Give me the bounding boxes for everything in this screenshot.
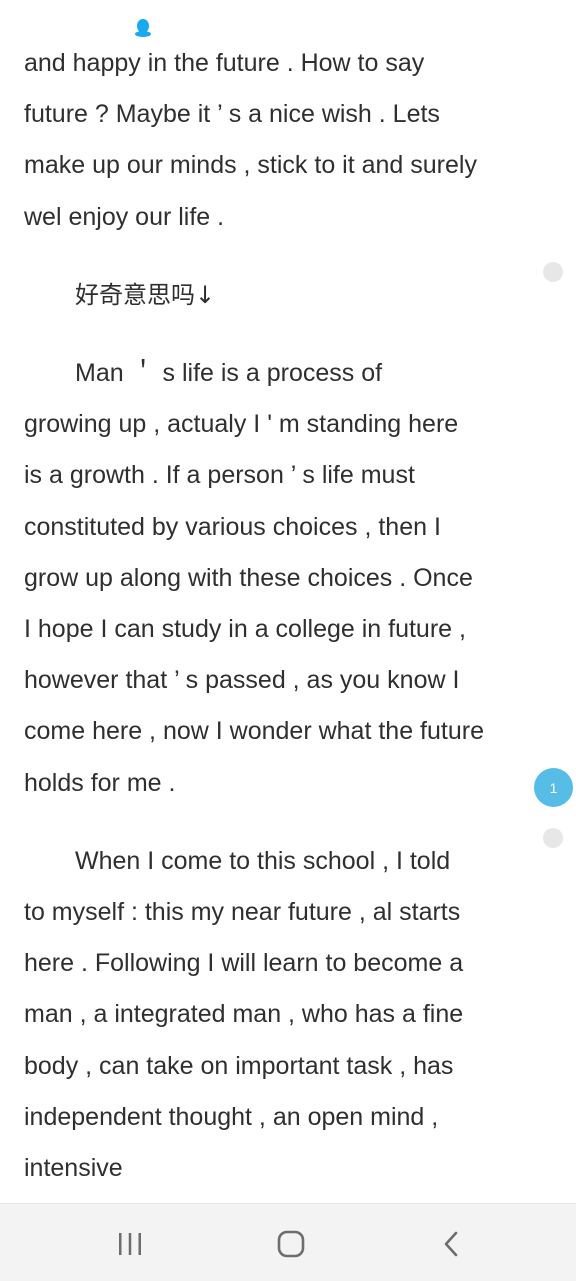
text-line: When I come to this school , I told (75, 846, 451, 875)
paragraph: When I come to this school , I told to m… (24, 836, 534, 1194)
text-line: intensive (24, 1154, 123, 1183)
comment-count: 1 (549, 779, 558, 796)
text-line: is a growth . If a person ’ s life must (24, 461, 415, 490)
text-line: growing up , actualy I ' m standing here (24, 410, 459, 439)
paragraph: 好奇意思吗↓ (24, 270, 534, 321)
back-icon[interactable] (430, 1222, 474, 1266)
text-line: future ? Maybe it ’ s a nice wish . Lets (24, 100, 440, 129)
text-line: and happy in the future . How to say (24, 49, 425, 77)
text-line: I hope I can study in a college in futur… (24, 615, 466, 644)
text-line: grow up along with these choices . Once (24, 563, 473, 592)
text-line: man , a integrated man , who has a fine (24, 1000, 464, 1029)
text-line: Man ＇ s life is a process of (75, 359, 383, 388)
home-icon[interactable] (269, 1222, 313, 1266)
recent-apps-icon[interactable] (108, 1222, 152, 1266)
paragraph-comment-count-badge[interactable]: 1 (534, 768, 573, 807)
article-body: and happy in the future . How to say fut… (24, 38, 534, 1221)
text-line: make up our minds , stick to it and sure… (24, 151, 477, 180)
text-line: here . Following I will learn to become … (24, 949, 464, 978)
qq-penguin-icon (134, 18, 152, 38)
text-line: holds for me . (24, 768, 176, 797)
paragraph-comment-marker[interactable] (543, 262, 563, 282)
text-line: body , can take on important task , has (24, 1051, 454, 1080)
text-line: come here , now I wonder what the future (24, 717, 484, 746)
text-line: however that ’ s passed , as you know I (24, 666, 460, 695)
paragraph: and happy in the future . How to say fut… (24, 38, 534, 243)
text-line: 好奇意思吗↓ (75, 280, 216, 309)
paragraph: Man ＇ s life is a process of growing up … (24, 348, 534, 809)
text-line: independent thought , an open mind , (24, 1102, 439, 1131)
text-line: constituted by various choices , then I (24, 512, 441, 541)
text-line: to myself : this my near future , al sta… (24, 898, 461, 927)
text-line: wel enjoy our life . (24, 202, 225, 231)
navigation-bar (0, 1203, 576, 1281)
paragraph-comment-marker[interactable] (543, 828, 563, 848)
